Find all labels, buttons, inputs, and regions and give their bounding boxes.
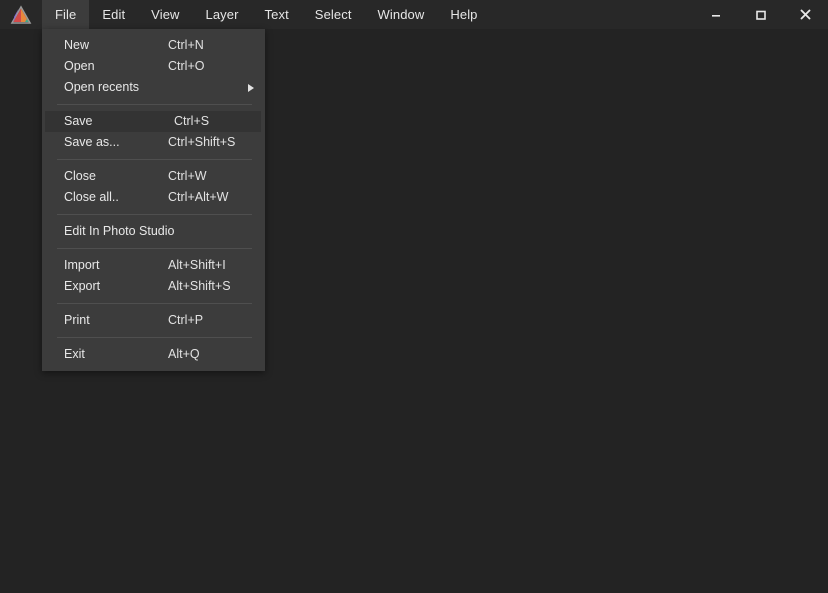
menu-item-shortcut: Ctrl+P — [168, 313, 204, 328]
menubar-item-label: File — [55, 7, 77, 22]
menu-item-label: New — [64, 38, 90, 53]
close-button[interactable] — [783, 0, 828, 29]
menu-item-label: Exit — [64, 347, 85, 362]
menubar-item-label: Help — [450, 7, 478, 22]
menubar-item-label: Select — [314, 7, 352, 22]
menubar-item-window[interactable]: Window — [365, 0, 438, 29]
menu-item-shortcut: Ctrl+Alt+W — [168, 190, 229, 205]
menubar-item-label: View — [151, 7, 180, 22]
menu-item-shortcut: Alt+Shift+S — [168, 279, 231, 294]
minimize-button[interactable] — [693, 0, 738, 29]
menu-item-open[interactable]: Open Ctrl+O — [42, 56, 265, 77]
menubar-item-select[interactable]: Select — [302, 0, 365, 29]
menubar-item-label: Window — [377, 7, 425, 22]
menu-item-shortcut: Alt+Q — [168, 347, 200, 362]
menu-bar-items: File Edit View Layer Text Select Window … — [42, 0, 491, 29]
menu-item-edit-in-photo-studio[interactable]: Edit In Photo Studio — [42, 221, 265, 242]
menu-separator — [57, 214, 252, 215]
menu-item-save[interactable]: Save Ctrl+S — [45, 111, 261, 132]
menu-item-label: Open — [64, 59, 95, 74]
menu-item-save-as[interactable]: Save as... Ctrl+Shift+S — [42, 132, 265, 153]
menu-item-label: Save as... — [64, 135, 120, 150]
menubar-item-layer[interactable]: Layer — [193, 0, 252, 29]
menu-item-shortcut: Ctrl+O — [168, 59, 205, 74]
app-logo — [0, 0, 42, 29]
menubar-item-edit[interactable]: Edit — [89, 0, 138, 29]
menubar-item-file[interactable]: File — [42, 0, 90, 29]
menu-item-label: Print — [64, 313, 90, 328]
menu-item-import[interactable]: Import Alt+Shift+I — [42, 255, 265, 276]
menubar-item-view[interactable]: View — [138, 0, 192, 29]
menu-item-label: Open recents — [64, 80, 140, 95]
menu-item-close[interactable]: Close Ctrl+W — [42, 166, 265, 187]
menubar-item-label: Layer — [205, 7, 239, 22]
menubar-item-help[interactable]: Help — [437, 0, 490, 29]
menu-item-label: Edit In Photo Studio — [64, 224, 175, 239]
file-dropdown-menu: New Ctrl+N Open Ctrl+O Open recents Save… — [42, 29, 265, 371]
menu-item-label: Close all.. — [64, 190, 119, 205]
menu-separator — [57, 303, 252, 304]
menu-item-shortcut: Ctrl+S — [174, 114, 210, 129]
menubar-item-label: Edit — [102, 7, 126, 22]
menu-item-shortcut: Ctrl+W — [168, 169, 207, 184]
window-controls — [693, 0, 828, 29]
menu-item-exit[interactable]: Exit Alt+Q — [42, 344, 265, 365]
affinity-photo-triangle-logo-icon — [10, 4, 32, 24]
menu-item-label: Close — [64, 169, 96, 184]
menu-separator — [57, 337, 252, 338]
minimize-icon — [711, 14, 720, 17]
menu-bar-spacer — [491, 0, 693, 29]
close-icon — [800, 9, 811, 20]
menu-separator — [57, 104, 252, 105]
menu-item-print[interactable]: Print Ctrl+P — [42, 310, 265, 331]
menubar-item-label: Text — [264, 7, 289, 22]
menu-item-shortcut: Ctrl+Shift+S — [168, 135, 236, 150]
menu-bar: File Edit View Layer Text Select Window … — [0, 0, 828, 29]
menu-item-close-all[interactable]: Close all.. Ctrl+Alt+W — [42, 187, 265, 208]
menu-item-label: Export — [64, 279, 101, 294]
menu-separator — [57, 159, 252, 160]
chevron-right-icon — [248, 83, 254, 92]
menu-item-open-recents[interactable]: Open recents — [42, 77, 265, 98]
menu-item-shortcut: Ctrl+N — [168, 38, 204, 53]
menu-item-shortcut: Alt+Shift+I — [168, 258, 226, 273]
menu-item-export[interactable]: Export Alt+Shift+S — [42, 276, 265, 297]
maximize-button[interactable] — [738, 0, 783, 29]
menu-item-label: Save — [64, 114, 93, 129]
maximize-icon — [755, 10, 766, 20]
menu-item-label: Import — [64, 258, 100, 273]
menu-item-new[interactable]: New Ctrl+N — [42, 35, 265, 56]
menu-separator — [57, 248, 252, 249]
menubar-item-text[interactable]: Text — [252, 0, 302, 29]
